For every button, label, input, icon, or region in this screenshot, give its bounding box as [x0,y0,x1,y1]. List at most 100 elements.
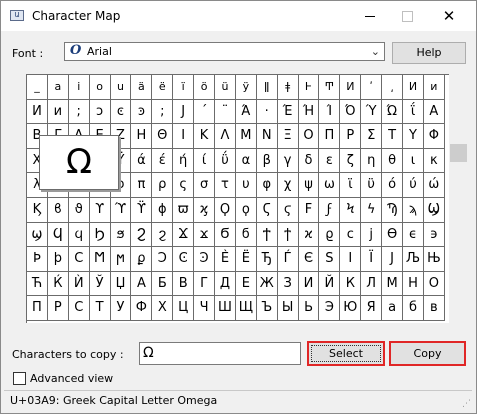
character-cell[interactable]: ; [68,99,90,125]
character-cell[interactable]: Й [319,271,341,297]
character-cell[interactable]: Ϳ [173,99,195,125]
select-button[interactable]: Select [307,341,385,366]
character-cell[interactable]: ό [382,173,404,198]
character-cell[interactable]: ή [173,148,195,174]
character-cell[interactable]: Њ [423,247,445,272]
character-cell[interactable]: Ѓ [277,247,299,272]
resize-grip-icon[interactable]: ⋰ [462,399,472,409]
character-cell[interactable]: Ћ [27,271,48,297]
character-cell[interactable]: a [47,75,69,100]
character-cell[interactable]: Ї [361,247,383,272]
character-cell[interactable]: Ή [298,99,320,125]
character-cell[interactable]: Λ [215,124,236,149]
character-cell[interactable]: ϟ [361,197,383,223]
character-cell[interactable]: Ϙ [215,197,236,223]
character-cell[interactable]: А [131,271,153,297]
character-cell[interactable]: Ϫ [173,222,195,248]
character-cell[interactable]: Ϥ [47,222,69,248]
character-cell[interactable]: ϓ [110,197,132,223]
character-cell[interactable]: υ [235,173,257,198]
character-cell[interactable]: Ѝ [68,271,90,297]
character-cell[interactable]: Ύ [361,99,383,125]
character-cell[interactable]: Э [319,296,341,321]
character-cell[interactable]: ϝ [319,197,341,223]
character-cell[interactable]: o [89,75,111,100]
character-cell[interactable]: М [382,271,404,297]
character-cell[interactable]: θ [382,148,404,174]
character-cell[interactable]: Ϸ [27,247,48,272]
character-cell[interactable]: Щ [235,296,257,321]
character-cell[interactable]: ϗ [194,197,216,223]
character-cell[interactable]: α [235,148,257,174]
character-cell[interactable]: ϐ [47,197,69,223]
character-cell[interactable]: ü [215,75,236,100]
character-cell[interactable]: Ν [256,124,278,149]
character-cell[interactable]: Ё [235,247,257,272]
character-cell[interactable]: ͽ [131,99,153,125]
character-cell[interactable]: Ͷ [340,75,362,100]
character-cell[interactable]: Ϗ [27,197,48,223]
character-cell[interactable]: γ [277,148,299,174]
character-cell[interactable]: τ [215,173,236,198]
character-cell[interactable]: ϕ [152,197,174,223]
character-cell[interactable]: ά [131,148,153,174]
character-cell[interactable]: Ρ [340,124,362,149]
character-cell[interactable]: Ͳ [319,75,341,100]
character-cell[interactable]: Υ [403,124,424,149]
character-cell[interactable]: ΰ [215,148,236,174]
character-cell[interactable]: Ј [382,247,404,272]
character-cell[interactable]: χ [277,173,299,198]
character-cell[interactable]: ϯ [277,222,299,248]
character-cell[interactable]: ÿ [235,75,257,100]
chevron-down-icon[interactable]: ⌄ [371,45,380,58]
character-cell[interactable]: ´ [194,99,216,125]
character-cell[interactable]: ͷ [423,75,445,100]
character-cell[interactable]: Ξ [277,124,299,149]
character-cell[interactable]: κ [423,148,445,174]
character-cell[interactable]: Д [215,271,236,297]
character-cell[interactable]: ϰ [298,222,320,248]
character-cell[interactable]: Ο [298,124,320,149]
character-cell[interactable]: ε [319,148,341,174]
character-cell[interactable]: ; [152,99,174,125]
help-button[interactable]: Help [392,42,466,64]
character-cell[interactable]: Ϭ [215,222,236,248]
character-cell[interactable]: έ [152,148,174,174]
character-cell[interactable]: Ϛ [256,197,278,223]
character-cell[interactable]: Ί [319,99,341,125]
character-cell[interactable]: ϣ [27,222,48,248]
character-cell[interactable]: i [68,75,90,100]
character-cell[interactable]: Ф [131,296,153,321]
character-cell[interactable]: Ͼ [173,247,195,272]
character-cell[interactable]: Ш [215,296,236,321]
character-cell[interactable]: Μ [235,124,257,149]
character-cell[interactable]: ψ [298,173,320,198]
character-cell[interactable]: · [256,99,278,125]
character-cell[interactable]: ϻ [110,247,132,272]
character-cell[interactable]: Б [152,271,174,297]
character-cell[interactable]: Ͷ [403,75,424,100]
character-cell[interactable]: ¨ [215,99,236,125]
character-cell[interactable]: ζ [340,148,362,174]
character-cell[interactable]: _ [27,75,48,100]
advanced-view-label[interactable]: Advanced view [30,372,113,385]
character-cell[interactable]: Ќ [47,271,69,297]
character-cell[interactable]: ϧ [110,222,132,248]
character-cell[interactable]: ϲ [340,222,362,248]
character-cell[interactable]: ä [131,75,153,100]
character-cell[interactable]: К [340,271,362,297]
character-cell[interactable]: Ю [340,296,362,321]
character-cell[interactable]: ʹ [361,75,383,100]
character-cell[interactable]: ϴ [382,222,404,248]
character-cell[interactable]: Α [423,99,445,125]
character-cell[interactable]: С [68,296,90,321]
character-cell[interactable]: Г [194,271,216,297]
character-cell[interactable]: ϒ [89,197,111,223]
character-cell[interactable]: Κ [194,124,216,149]
character-cell[interactable]: Љ [403,247,424,272]
character-cell[interactable]: ϙ [235,197,257,223]
character-cell[interactable]: ϫ [194,222,216,248]
character-cell[interactable]: Θ [152,124,174,149]
character-cell[interactable]: ί [194,148,216,174]
character-cell[interactable]: Ϩ [131,222,153,248]
